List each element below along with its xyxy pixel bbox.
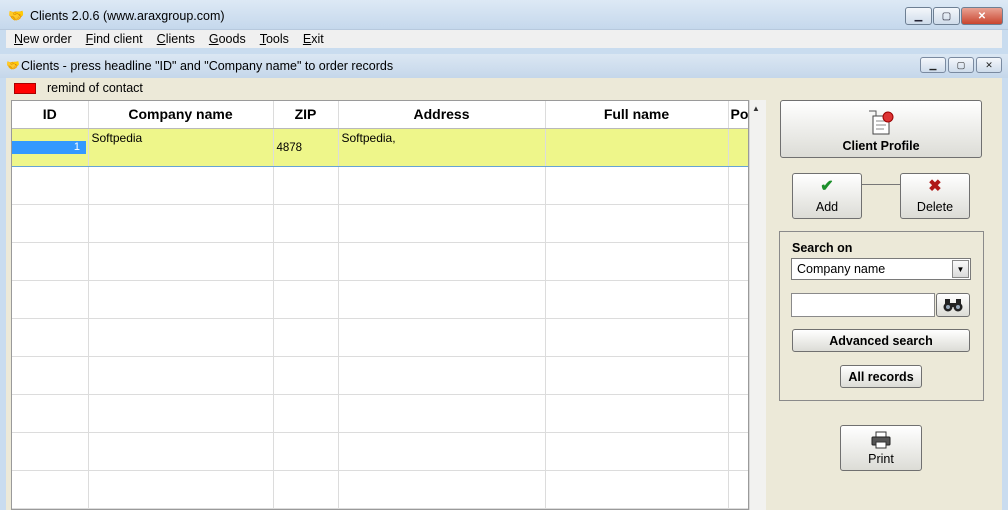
cell-full-name[interactable] (545, 127, 729, 167)
add-button[interactable]: ✔ Add (792, 173, 862, 219)
search-field-select[interactable]: Company name ▼ (791, 258, 971, 280)
menu-exit[interactable]: Exit (295, 30, 330, 48)
window-titlebar: 🤝 Clients 2.0.6 (www.araxgroup.com) ▁ ▢ … (0, 0, 1008, 30)
table-row[interactable] (12, 394, 748, 433)
table-row[interactable] (12, 432, 748, 471)
clients-grid[interactable]: ID Company name ZIP Address Full name Po… (11, 100, 749, 510)
scroll-up-icon[interactable]: ▲ (752, 104, 760, 113)
column-header-id[interactable]: ID (12, 101, 89, 129)
print-button[interactable]: Print (840, 425, 922, 471)
add-label: Add (815, 200, 839, 214)
button-connector-line (862, 184, 900, 185)
clients-content: remind of contact ID Company name ZIP Ad… (6, 78, 1002, 510)
minimize-button[interactable]: ▁ (905, 7, 932, 25)
menu-goods[interactable]: Goods (201, 30, 252, 48)
search-input[interactable] (791, 293, 935, 317)
table-row[interactable]: 1 Softpedia 4878 Softpedia, (12, 127, 748, 167)
table-row[interactable] (12, 204, 748, 243)
all-records-button[interactable]: All records (840, 365, 922, 388)
handshake-icon: 🤝 (8, 8, 25, 23)
cross-icon: ✖ (928, 178, 942, 195)
all-records-label: All records (848, 369, 914, 384)
inner-close-button[interactable]: ✕ (976, 57, 1002, 73)
remind-color-swatch (14, 83, 36, 94)
cell-zip[interactable]: 4878 (273, 127, 339, 167)
window-controls: ▁ ▢ ✕ (904, 7, 1003, 25)
table-row[interactable] (12, 166, 748, 205)
inner-minimize-button[interactable]: ▁ (920, 57, 946, 73)
column-header-company-name[interactable]: Company name (88, 101, 274, 129)
print-label: Print (868, 452, 894, 466)
table-row[interactable] (12, 318, 748, 357)
table-row[interactable] (12, 242, 748, 281)
binoculars-icon (943, 299, 963, 312)
inner-window-titlebar: 🤝 Clients - press headline "ID" and "Com… (0, 54, 1008, 78)
printer-icon (871, 431, 891, 449)
column-header-full-name[interactable]: Full name (545, 101, 729, 129)
cell-company-name[interactable]: Softpedia (88, 127, 274, 167)
cell-pos[interactable] (728, 127, 748, 167)
advanced-search-button[interactable]: Advanced search (792, 329, 970, 352)
remind-label: remind of contact (47, 81, 143, 95)
search-field-value: Company name (797, 262, 886, 276)
advanced-search-label: Advanced search (829, 333, 933, 348)
table-row[interactable] (12, 356, 748, 395)
menu-clients[interactable]: Clients (149, 30, 201, 48)
delete-button[interactable]: ✖ Delete (900, 173, 970, 219)
inner-window-title: Clients - press headline "ID" and "Compa… (21, 59, 394, 73)
window-title: Clients 2.0.6 (www.araxgroup.com) (30, 9, 225, 23)
maximize-button[interactable]: ▢ (933, 7, 960, 25)
chevron-down-icon[interactable]: ▼ (952, 260, 969, 278)
menu-new-order[interactable]: New order (6, 30, 78, 48)
cell-id-value: 1 (12, 140, 86, 154)
cell-zip-value: 4878 (276, 141, 303, 154)
client-profile-button[interactable]: Client Profile (780, 100, 982, 158)
delete-label: Delete (916, 200, 954, 214)
cell-address[interactable]: Softpedia, (338, 127, 546, 167)
column-header-zip[interactable]: ZIP (273, 101, 339, 129)
find-button[interactable] (936, 293, 970, 317)
client-profile-icon (869, 110, 894, 135)
menu-bar: New order Find client Clients Goods Tool… (6, 30, 1002, 48)
search-on-label: Search on (792, 241, 853, 255)
cell-id[interactable]: 1 (12, 127, 89, 167)
handshake-icon: 🤝 (6, 60, 20, 72)
grid-vertical-scrollbar[interactable]: ▲ (749, 100, 766, 510)
inner-window-controls: ▁ ▢ ✕ (918, 57, 1002, 73)
column-header-pos[interactable]: Pos (728, 101, 748, 129)
client-profile-label: Client Profile (842, 139, 920, 153)
menu-find-client[interactable]: Find client (78, 30, 149, 48)
column-header-address[interactable]: Address (338, 101, 546, 129)
check-icon: ✔ (820, 178, 834, 195)
table-row[interactable] (12, 470, 748, 509)
menu-tools[interactable]: Tools (252, 30, 295, 48)
table-row[interactable] (12, 280, 748, 319)
inner-maximize-button[interactable]: ▢ (948, 57, 974, 73)
close-button[interactable]: ✕ (961, 7, 1003, 25)
